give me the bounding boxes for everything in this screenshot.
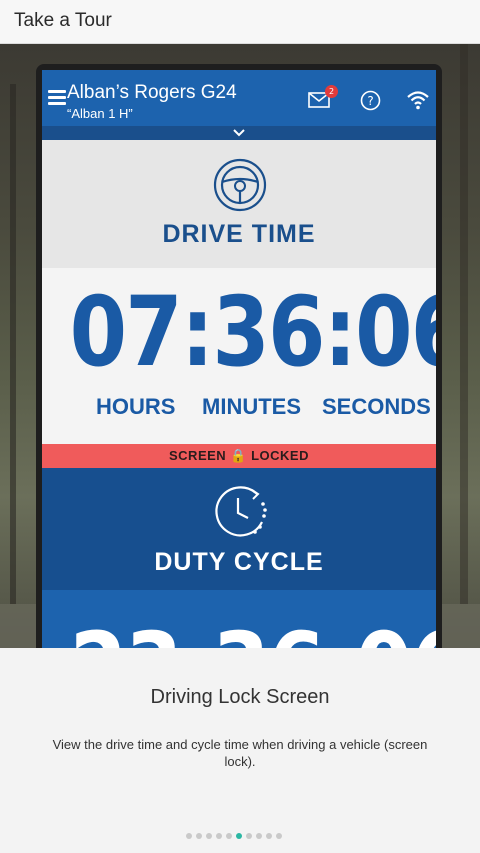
vehicle-name: Alban’s Rogers G24 bbox=[67, 82, 237, 103]
drive-time-label: DRIVE TIME bbox=[162, 220, 316, 248]
page-dot[interactable] bbox=[256, 833, 262, 839]
duty-cycle-label: DUTY CYCLE bbox=[154, 548, 324, 576]
driver-name: “Alban 1 H” bbox=[67, 106, 133, 121]
page-dot[interactable] bbox=[236, 833, 242, 839]
tour-heading: Driving Lock Screen bbox=[150, 686, 330, 708]
tour-info-panel: Driving Lock Screen View the drive time … bbox=[0, 648, 480, 853]
page-dot[interactable] bbox=[246, 833, 252, 839]
duty-cycle-clock-icon bbox=[215, 486, 267, 537]
page-dot[interactable] bbox=[266, 833, 272, 839]
wifi-icon[interactable] bbox=[406, 88, 430, 112]
page-title: Take a Tour bbox=[14, 10, 112, 31]
duty-cycle-value: 23:36:06 bbox=[70, 608, 436, 648]
steering-wheel-icon bbox=[213, 158, 267, 212]
page-dot[interactable] bbox=[206, 833, 212, 839]
screen-locked-text: SCREEN 🔒 LOCKED bbox=[169, 448, 309, 463]
duty-cycle-header: DUTY CYCLE bbox=[42, 468, 436, 590]
seconds-label: SECONDS bbox=[322, 394, 431, 419]
hours-label: HOURS bbox=[96, 394, 176, 419]
device-frame: Alban’s Rogers G24 “Alban 1 H” 2 ? DRIVE… bbox=[36, 64, 442, 648]
page-dot[interactable] bbox=[226, 833, 232, 839]
svg-text:?: ? bbox=[367, 94, 373, 108]
background-pole bbox=[460, 44, 468, 604]
app-header: Alban’s Rogers G24 “Alban 1 H” 2 ? bbox=[42, 70, 436, 126]
drive-time-header: DRIVE TIME bbox=[42, 140, 436, 268]
page-indicator bbox=[186, 833, 282, 841]
chevron-down-icon[interactable] bbox=[232, 128, 246, 138]
drive-time-value: 07:36:06 bbox=[69, 276, 436, 388]
screen-locked-banner: SCREEN 🔒 LOCKED bbox=[42, 444, 436, 468]
page-dot[interactable] bbox=[186, 833, 192, 839]
tour-description: View the drive time and cycle time when … bbox=[52, 737, 428, 769]
page-dot[interactable] bbox=[216, 833, 222, 839]
duty-cycle-display: 23:36:06 bbox=[42, 590, 436, 648]
menu-icon[interactable] bbox=[48, 90, 66, 105]
header-expand-bar[interactable] bbox=[42, 126, 436, 140]
device-screen: Alban’s Rogers G24 “Alban 1 H” 2 ? DRIVE… bbox=[42, 70, 436, 648]
top-bar: Take a Tour bbox=[0, 0, 480, 44]
page-dot[interactable] bbox=[276, 833, 282, 839]
tour-hero-image: Alban’s Rogers G24 “Alban 1 H” 2 ? DRIVE… bbox=[0, 44, 480, 648]
drive-time-display: 07:36:06 HOURS MINUTES SECONDS bbox=[42, 268, 436, 444]
help-icon[interactable]: ? bbox=[360, 90, 381, 111]
mail-badge: 2 bbox=[325, 85, 338, 98]
page-dot[interactable] bbox=[196, 833, 202, 839]
minutes-label: MINUTES bbox=[202, 394, 301, 419]
background-pole bbox=[10, 84, 16, 604]
